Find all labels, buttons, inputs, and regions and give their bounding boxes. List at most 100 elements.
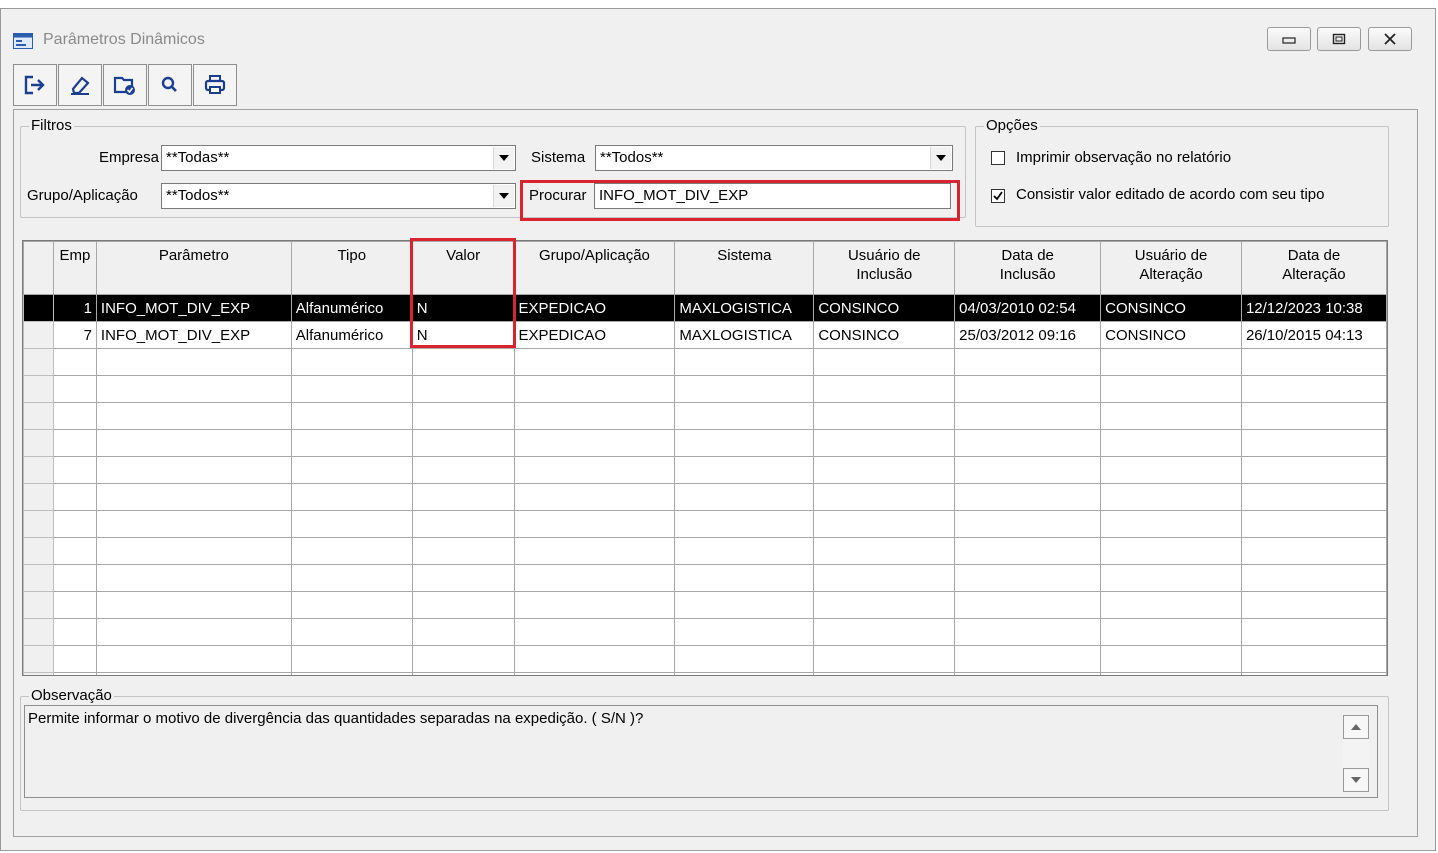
empty-cell[interactable] bbox=[1240, 645, 1387, 673]
empty-row[interactable] bbox=[23, 402, 1387, 430]
empty-cell[interactable] bbox=[674, 456, 815, 484]
empty-cell[interactable] bbox=[52, 645, 97, 673]
empty-cell[interactable] bbox=[954, 645, 1102, 673]
empty-cell[interactable] bbox=[1240, 456, 1387, 484]
empty-cell[interactable] bbox=[95, 510, 292, 538]
row-indicator[interactable] bbox=[23, 510, 54, 538]
grupo-select[interactable]: **Todos** bbox=[161, 183, 516, 209]
observacao-scrollbar[interactable] bbox=[1343, 715, 1369, 792]
header-data-alteracao[interactable]: Data de Alteração bbox=[1240, 241, 1387, 295]
empty-cell[interactable] bbox=[1100, 537, 1242, 565]
row-indicator[interactable] bbox=[23, 321, 54, 349]
row-indicator[interactable] bbox=[23, 429, 54, 457]
empty-cell[interactable] bbox=[954, 348, 1102, 376]
row-indicator[interactable] bbox=[23, 645, 54, 673]
empty-cell[interactable] bbox=[95, 591, 292, 619]
header-tipo[interactable]: Tipo bbox=[290, 241, 413, 295]
empty-cell[interactable] bbox=[954, 564, 1102, 592]
empty-cell[interactable] bbox=[513, 375, 676, 403]
empty-cell[interactable] bbox=[513, 510, 676, 538]
empty-cell[interactable] bbox=[1100, 375, 1242, 403]
empty-cell[interactable] bbox=[954, 429, 1102, 457]
empty-cell[interactable] bbox=[1100, 510, 1242, 538]
empty-cell[interactable] bbox=[813, 483, 956, 511]
header-usuario-inclusao[interactable]: Usuário de Inclusão bbox=[813, 241, 956, 295]
empty-cell[interactable] bbox=[674, 591, 815, 619]
empty-cell[interactable] bbox=[411, 456, 515, 484]
title-bar[interactable]: Parâmetros Dinâmicos bbox=[1, 9, 1435, 59]
empty-cell[interactable] bbox=[52, 510, 97, 538]
chevron-down-icon[interactable] bbox=[493, 147, 514, 169]
observacao-memo[interactable]: Permite informar o motivo de divergência… bbox=[24, 705, 1378, 798]
empty-cell[interactable] bbox=[674, 402, 815, 430]
empty-cell[interactable] bbox=[290, 672, 413, 675]
empty-cell[interactable] bbox=[674, 645, 815, 673]
empty-cell[interactable] bbox=[52, 348, 97, 376]
cell-emp[interactable]: 1 bbox=[52, 294, 97, 322]
row-indicator[interactable] bbox=[23, 483, 54, 511]
cell-valor[interactable]: N bbox=[411, 321, 515, 349]
empty-cell[interactable] bbox=[411, 564, 515, 592]
parameters-grid[interactable]: Emp Parâmetro Tipo Valor Grupo/Aplicação… bbox=[22, 240, 1388, 676]
scroll-down-button[interactable] bbox=[1343, 768, 1369, 792]
empty-cell[interactable] bbox=[411, 348, 515, 376]
empty-cell[interactable] bbox=[52, 456, 97, 484]
empty-cell[interactable] bbox=[1100, 618, 1242, 646]
cell-sistema[interactable]: MAXLOGISTICA bbox=[674, 294, 815, 322]
empty-cell[interactable] bbox=[954, 537, 1102, 565]
empty-cell[interactable] bbox=[954, 483, 1102, 511]
empty-cell[interactable] bbox=[1240, 672, 1387, 675]
empty-cell[interactable] bbox=[674, 672, 815, 675]
empty-cell[interactable] bbox=[1100, 645, 1242, 673]
consistir-checkbox[interactable] bbox=[991, 189, 1005, 203]
empty-row[interactable] bbox=[23, 510, 1387, 538]
close-button[interactable] bbox=[1368, 27, 1412, 51]
empty-cell[interactable] bbox=[290, 564, 413, 592]
empty-cell[interactable] bbox=[52, 483, 97, 511]
empty-cell[interactable] bbox=[411, 510, 515, 538]
empty-cell[interactable] bbox=[813, 672, 956, 675]
header-emp[interactable]: Emp bbox=[52, 241, 97, 295]
empty-cell[interactable] bbox=[1240, 429, 1387, 457]
exit-button[interactable] bbox=[13, 64, 57, 106]
table-row[interactable]: 7 INFO_MOT_DIV_EXP Alfanumérico N EXPEDI… bbox=[23, 321, 1387, 349]
empty-cell[interactable] bbox=[813, 645, 956, 673]
empty-cell[interactable] bbox=[290, 618, 413, 646]
empty-cell[interactable] bbox=[813, 591, 956, 619]
search-button[interactable] bbox=[148, 64, 192, 106]
row-indicator[interactable] bbox=[23, 537, 54, 565]
empty-cell[interactable] bbox=[813, 537, 956, 565]
empty-cell[interactable] bbox=[513, 591, 676, 619]
empty-cell[interactable] bbox=[674, 510, 815, 538]
empty-cell[interactable] bbox=[513, 645, 676, 673]
empty-cell[interactable] bbox=[813, 402, 956, 430]
empty-cell[interactable] bbox=[954, 402, 1102, 430]
cell-valor[interactable]: N bbox=[411, 294, 515, 322]
empty-row[interactable] bbox=[23, 375, 1387, 403]
empty-cell[interactable] bbox=[290, 429, 413, 457]
empty-row[interactable] bbox=[23, 483, 1387, 511]
open-button[interactable] bbox=[103, 64, 147, 106]
empty-cell[interactable] bbox=[411, 591, 515, 619]
header-valor[interactable]: Valor bbox=[411, 241, 515, 295]
empty-row[interactable] bbox=[23, 537, 1387, 565]
empty-cell[interactable] bbox=[290, 510, 413, 538]
empty-cell[interactable] bbox=[52, 618, 97, 646]
header-usuario-alteracao[interactable]: Usuário de Alteração bbox=[1100, 241, 1242, 295]
cell-parametro[interactable]: INFO_MOT_DIV_EXP bbox=[95, 294, 292, 322]
empty-cell[interactable] bbox=[52, 591, 97, 619]
empty-cell[interactable] bbox=[95, 537, 292, 565]
row-indicator[interactable] bbox=[23, 672, 54, 675]
empty-cell[interactable] bbox=[290, 537, 413, 565]
empty-cell[interactable] bbox=[52, 429, 97, 457]
empty-cell[interactable] bbox=[1100, 456, 1242, 484]
chevron-down-icon[interactable] bbox=[493, 185, 514, 207]
empty-cell[interactable] bbox=[95, 645, 292, 673]
row-indicator[interactable] bbox=[23, 375, 54, 403]
row-indicator[interactable] bbox=[23, 456, 54, 484]
header-grupo[interactable]: Grupo/Aplicação bbox=[513, 241, 676, 295]
empty-cell[interactable] bbox=[95, 618, 292, 646]
chevron-down-icon[interactable] bbox=[930, 147, 951, 169]
empty-cell[interactable] bbox=[95, 456, 292, 484]
empty-cell[interactable] bbox=[411, 672, 515, 675]
